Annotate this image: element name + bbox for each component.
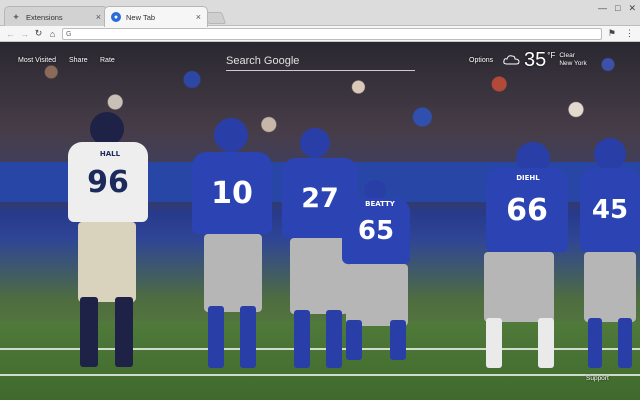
pants <box>78 222 136 302</box>
cloud-icon <box>503 55 520 65</box>
close-tab-icon[interactable]: × <box>196 12 201 22</box>
menu-icon[interactable]: ⋮ <box>625 28 634 39</box>
helmet <box>594 138 626 170</box>
helmet <box>214 118 248 152</box>
maximize-icon[interactable]: □ <box>615 3 620 14</box>
jersey-nameplate: BEATTY <box>365 200 395 208</box>
jersey-nameplate: DIEHL <box>516 174 540 182</box>
player-rams-96: 96 HALL <box>60 112 160 387</box>
player-giants-10: 10 <box>182 118 282 383</box>
new-tab-background: 96 HALL 10 27 65 BEATTY 66 DIEHL 45 <box>0 42 640 400</box>
helmet <box>300 128 330 158</box>
leg <box>588 318 602 368</box>
options-link[interactable]: Options <box>469 57 493 64</box>
player-giants-45: 45 <box>580 138 640 378</box>
pants <box>484 252 554 322</box>
reload-icon[interactable]: ↻ <box>33 28 44 39</box>
most-visited-link[interactable]: Most Visited <box>18 57 56 64</box>
rate-link[interactable]: Rate <box>100 57 115 64</box>
home-icon[interactable]: ⌂ <box>47 28 58 39</box>
jersey-number: 45 <box>580 168 640 252</box>
window-controls: — □ ✕ <box>598 3 636 14</box>
leg <box>346 320 362 360</box>
weather-unit: °F <box>547 51 556 60</box>
leg <box>618 318 632 368</box>
minimize-icon[interactable]: — <box>598 3 607 14</box>
support-link[interactable]: Support <box>586 375 609 382</box>
tab-new-tab[interactable]: ● New Tab × <box>104 6 208 27</box>
pants <box>204 234 262 312</box>
close-window-icon[interactable]: ✕ <box>628 3 636 14</box>
google-g-icon: G <box>66 30 72 38</box>
helmet <box>364 180 386 200</box>
weather-city: New York <box>559 60 587 67</box>
tab-extensions[interactable]: ✦ Extensions × <box>4 6 108 27</box>
jersey-nameplate: HALL <box>99 150 121 158</box>
leg <box>538 318 554 368</box>
jersey-number: 10 <box>192 152 272 234</box>
weather-location: Clear New York <box>559 52 586 68</box>
weather-temperature: 35 <box>524 49 547 71</box>
tab-title: Extensions <box>26 12 63 22</box>
back-arrow-icon[interactable]: ← <box>5 28 16 39</box>
helmet <box>90 112 124 146</box>
leg <box>115 297 133 367</box>
puzzle-icon: ✦ <box>12 11 20 22</box>
player-giants-66: 66 DIEHL <box>478 142 578 382</box>
search-box <box>226 53 415 71</box>
tab-title: New Tab <box>126 12 156 22</box>
search-input[interactable] <box>226 53 415 69</box>
forward-arrow-icon[interactable]: → <box>19 28 30 39</box>
flag-icon[interactable]: ⚑ <box>608 28 616 39</box>
pants <box>346 264 408 326</box>
leg <box>208 306 224 368</box>
leg <box>294 310 310 368</box>
toolbar-right: ⚑ ⋮ <box>608 28 634 39</box>
share-link[interactable]: Share <box>69 57 88 64</box>
tab-strip: ✦ Extensions × ● New Tab × — □ ✕ <box>0 0 640 27</box>
address-bar[interactable]: G <box>62 28 602 40</box>
browser-toolbar: ← → ↻ ⌂ G ⚑ ⋮ <box>0 26 640 42</box>
weather-condition: Clear <box>559 52 575 59</box>
close-tab-icon[interactable]: × <box>96 12 101 22</box>
leg <box>390 320 406 360</box>
leg <box>80 297 98 367</box>
weather-widget[interactable]: 35 °F Clear New York <box>503 50 587 70</box>
leg <box>486 318 502 368</box>
pants <box>584 252 636 322</box>
leg <box>240 306 256 368</box>
player-giants-65: 65 BEATTY <box>340 180 420 370</box>
chrome-icon: ● <box>111 12 121 22</box>
